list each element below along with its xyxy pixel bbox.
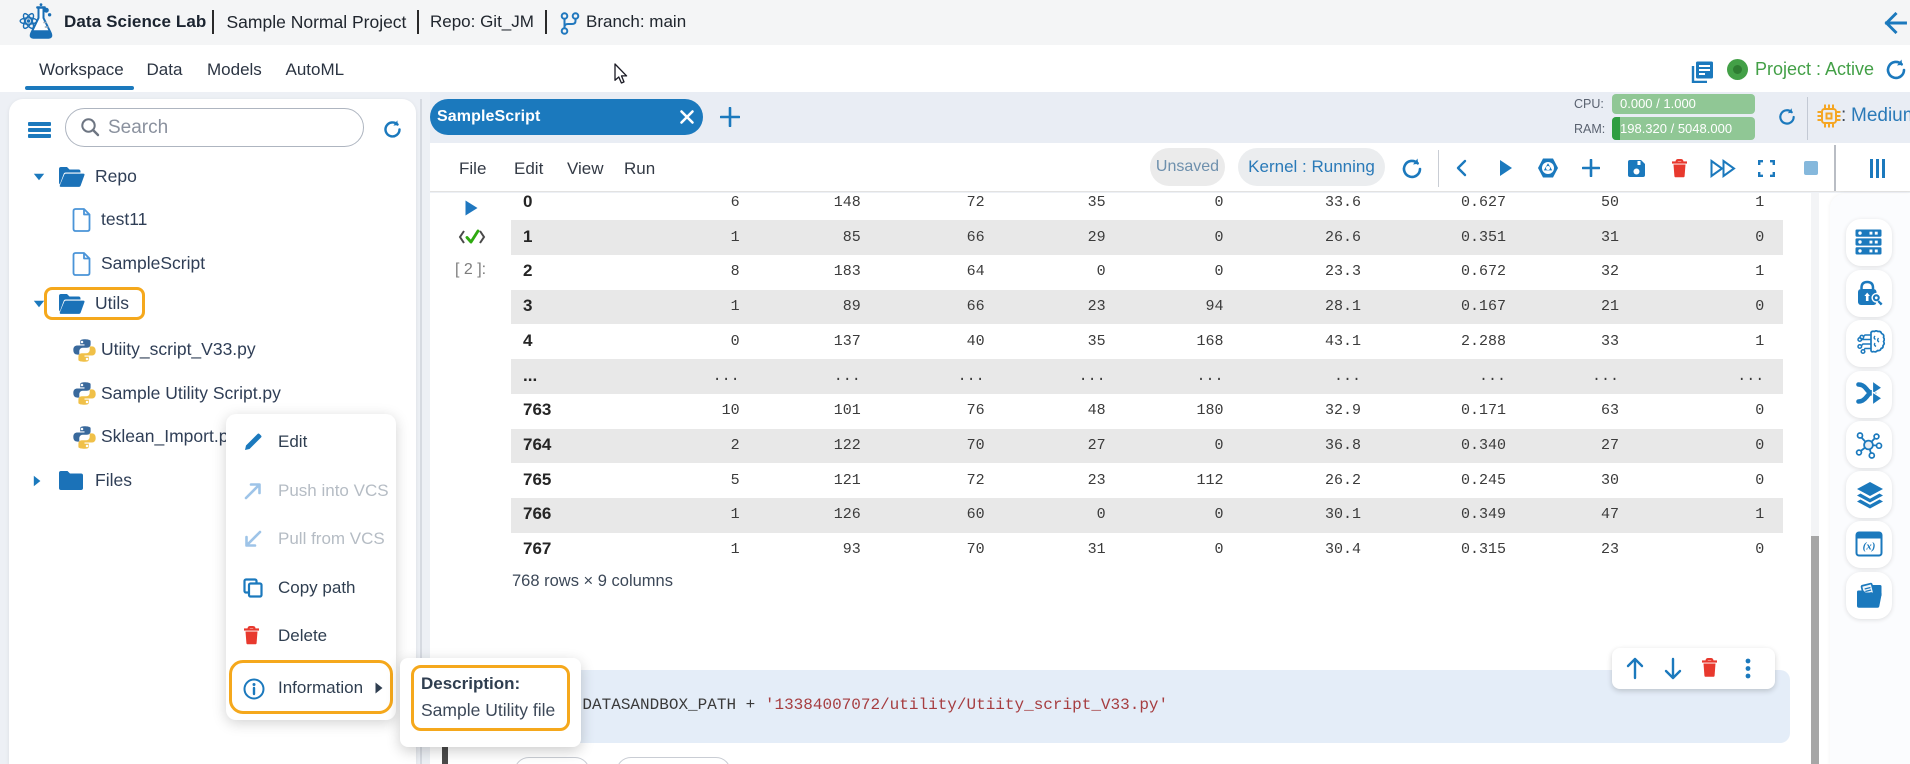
svg-text:(x): (x) — [1863, 541, 1876, 553]
